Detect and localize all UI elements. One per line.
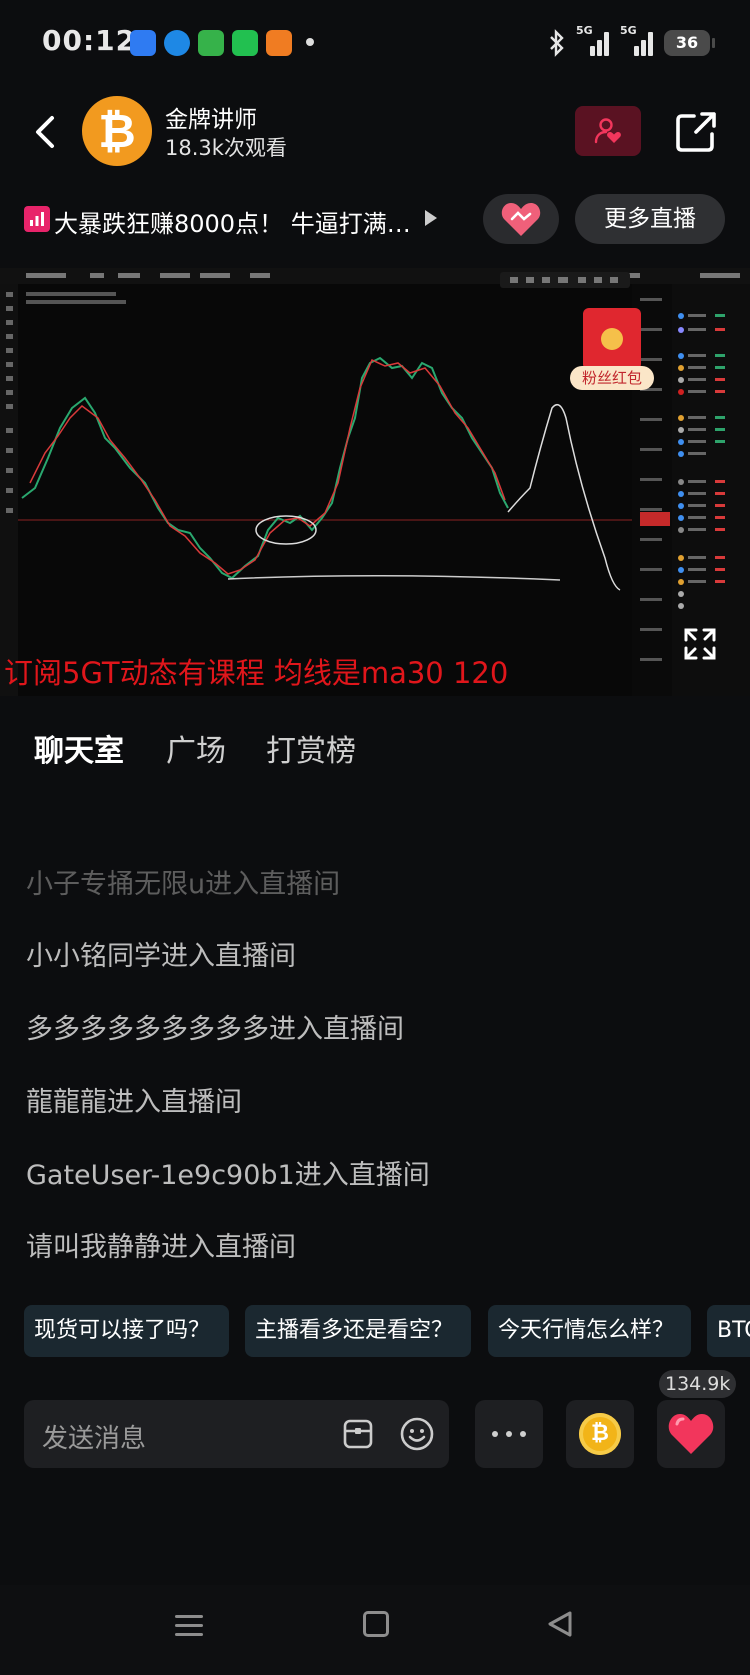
- message-input-bar: 发送消息 ₿ 134.9k: [0, 1370, 750, 1470]
- message-app-icon: [198, 30, 224, 56]
- chart-bars-icon: [24, 206, 50, 232]
- quick-reply-chip[interactable]: 现货可以接了吗？: [24, 1305, 229, 1357]
- follow-button[interactable]: [575, 106, 641, 156]
- live-video[interactable]: 粉丝红包 订阅5GT动态有课程 均线是ma30 120: [0, 268, 750, 696]
- signal-5g-icon: 5G: [620, 24, 654, 58]
- more-options-button[interactable]: [475, 1400, 543, 1468]
- quick-reply-chip[interactable]: BTC: [707, 1305, 750, 1357]
- like-button[interactable]: [657, 1400, 725, 1468]
- status-time: 00:12: [42, 24, 137, 57]
- chat-message: 请叫我静静进入直播间: [26, 1232, 296, 1263]
- fullscreen-icon[interactable]: [682, 626, 718, 662]
- menu-icon[interactable]: [175, 1613, 203, 1639]
- back-triangle-icon[interactable]: [545, 1609, 575, 1639]
- chat-message: 小子专捅无限u进入直播间: [26, 869, 341, 900]
- chat-message: 龍龍龍进入直播间: [26, 1087, 242, 1118]
- status-bar: 00:12 5G 5G 36: [0, 0, 750, 86]
- heart-icon: [668, 1414, 714, 1454]
- message-placeholder: 发送消息: [42, 1424, 147, 1454]
- like-count: 134.9k: [659, 1370, 737, 1398]
- chat-message: 多多多多多多多多多进入直播间: [26, 1014, 404, 1045]
- stream-topic-row: 大暴跌狂赚8000点！ 牛逼打满… 更多直播: [0, 190, 750, 250]
- viewer-count: 18.3k次观看: [165, 136, 287, 160]
- tab-bar: 聊天室 广场 打赏榜: [0, 700, 750, 790]
- back-arrow-icon[interactable]: [30, 112, 60, 152]
- video-caption: 订阅5GT动态有课程 均线是ma30 120: [4, 656, 509, 690]
- red-packet-label[interactable]: 粉丝红包: [570, 366, 654, 390]
- live-header: ₿ 金牌讲师 18.3k次观看: [0, 86, 750, 186]
- tab-square[interactable]: 广场: [166, 726, 226, 770]
- chat-box-icon[interactable]: [342, 1418, 374, 1450]
- chat-message: 小小铭同学进入直播间: [26, 941, 296, 972]
- play-icon[interactable]: [425, 210, 437, 226]
- browser-app-icon: [164, 30, 190, 56]
- message-input[interactable]: 发送消息: [24, 1400, 449, 1468]
- bitcoin-coin-icon: ₿: [579, 1413, 621, 1455]
- heart-handshake-icon: [501, 203, 541, 236]
- battery-icon: 36: [664, 30, 715, 56]
- coin-icon: [601, 328, 623, 350]
- quick-reply-chip[interactable]: 主播看多还是看空？: [245, 1305, 471, 1357]
- user-heart-icon: [594, 118, 621, 144]
- streamer-name[interactable]: 金牌讲师: [165, 100, 257, 134]
- quick-reply-row: 现货可以接了吗？ 主播看多还是看空？ 今天行情怎么样？ BTC: [0, 1305, 750, 1359]
- share-icon[interactable]: [672, 106, 722, 156]
- home-app-icon: [266, 30, 292, 56]
- more-live-button[interactable]: 更多直播: [575, 194, 725, 244]
- coin-tip-button[interactable]: ₿: [566, 1400, 634, 1468]
- status-indicators: 5G 5G 36: [548, 24, 715, 60]
- signal-5g-icon: 5G: [576, 24, 610, 58]
- notification-dot-icon: [306, 38, 314, 46]
- red-packet-icon[interactable]: [583, 308, 641, 370]
- tab-chat-room[interactable]: 聊天室: [34, 726, 124, 770]
- system-nav-bar: [0, 1585, 750, 1675]
- home-icon[interactable]: [363, 1611, 389, 1637]
- stream-topic[interactable]: 大暴跌狂赚8000点！ 牛逼打满…: [54, 204, 411, 239]
- bitcoin-avatar-icon[interactable]: ₿: [82, 96, 152, 166]
- gift-button[interactable]: [483, 194, 559, 244]
- quick-reply-chip[interactable]: 今天行情怎么样？: [488, 1305, 691, 1357]
- tab-tip-ranking[interactable]: 打赏榜: [266, 726, 356, 770]
- bluetooth-icon: [550, 29, 564, 57]
- emoji-icon[interactable]: [399, 1416, 435, 1452]
- wechat-icon: [232, 30, 258, 56]
- bluebird-app-icon: [130, 30, 156, 56]
- chat-message: GateUser-1e9c90b1进入直播间: [26, 1160, 430, 1191]
